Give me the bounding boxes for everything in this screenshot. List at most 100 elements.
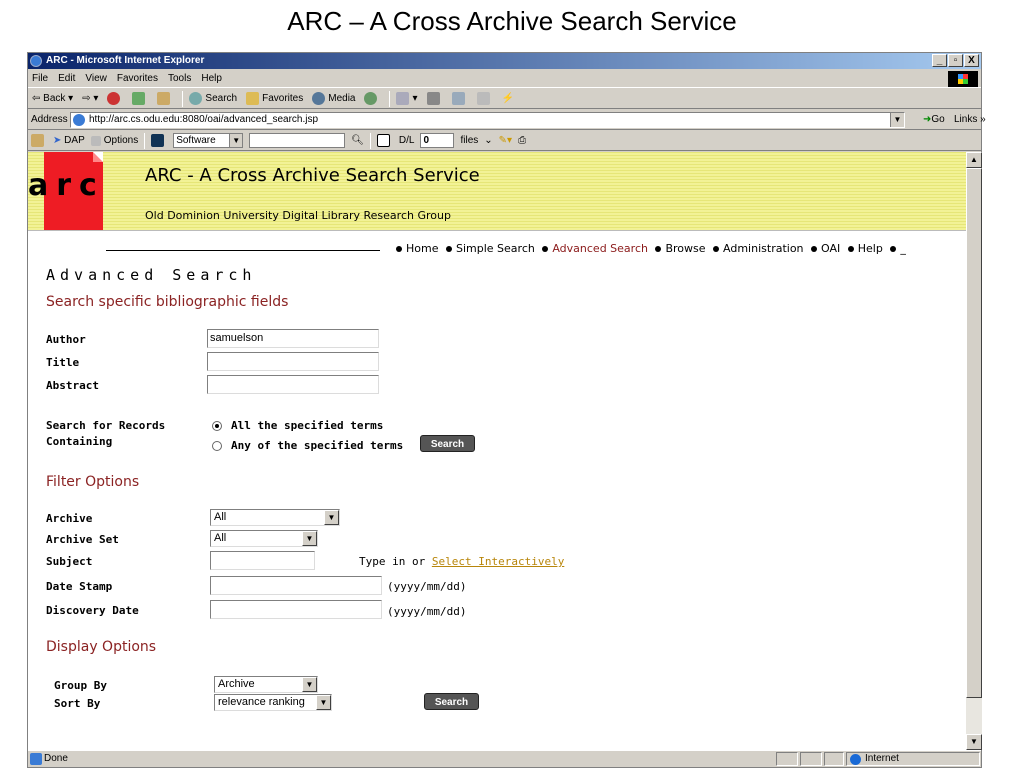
- nav-oai[interactable]: OAI: [821, 242, 840, 255]
- nav-help[interactable]: Help: [858, 242, 883, 255]
- sort-by-select[interactable]: relevance ranking ▼: [214, 694, 332, 711]
- scroll-up-icon[interactable]: ▲: [966, 152, 982, 168]
- toolbar-separator: [389, 90, 391, 107]
- address-url: http://arc.cs.odu.edu:8080/oai/advanced_…: [89, 114, 319, 125]
- subject-label: Subject: [46, 555, 93, 568]
- address-label: Address: [31, 114, 68, 125]
- go-label: Go: [931, 114, 945, 125]
- sort-by-value: relevance ranking: [218, 696, 305, 708]
- windows-logo-icon: [948, 71, 978, 87]
- history-button[interactable]: [364, 92, 380, 105]
- toolbar-home-button[interactable]: [31, 134, 47, 147]
- mail-button[interactable]: ▾: [396, 92, 418, 105]
- toolbar-search-input[interactable]: [249, 133, 346, 148]
- radio-any-terms[interactable]: Any of the specified terms: [212, 439, 403, 452]
- site-title: ARC - A Cross Archive Search Service: [145, 165, 480, 186]
- back-label: Back: [43, 93, 66, 104]
- nav-advanced-search[interactable]: Advanced Search: [552, 242, 648, 255]
- options-icon: [90, 135, 101, 146]
- window-title: ARC - Microsoft Internet Explorer: [46, 55, 205, 66]
- archive-label: Archive: [46, 512, 93, 525]
- nav-administration[interactable]: Administration: [723, 242, 804, 255]
- menu-favorites[interactable]: Favorites: [117, 73, 158, 84]
- title-field[interactable]: [207, 352, 379, 371]
- messenger-icon: ⚡: [501, 93, 514, 104]
- files-label: files: [460, 135, 479, 146]
- browser-window: ARC - Microsoft Internet Explorer _ ▫ X …: [27, 52, 986, 768]
- group-by-select[interactable]: Archive ▼: [214, 676, 318, 693]
- software-value: Software: [176, 135, 216, 146]
- go-button[interactable]: ➜Go: [923, 114, 945, 125]
- nav-simple-search[interactable]: Simple Search: [456, 242, 535, 255]
- select-interactively-link[interactable]: Select Interactively: [432, 555, 564, 568]
- back-button[interactable]: ⇦ Back ▾: [32, 93, 73, 104]
- dl-icon-button[interactable]: [376, 134, 393, 147]
- messenger-button[interactable]: ⚡: [502, 93, 514, 104]
- abstract-field[interactable]: [207, 375, 379, 394]
- forward-button[interactable]: ⇨ ▾: [82, 93, 98, 104]
- search-button-2[interactable]: Search: [424, 693, 479, 710]
- filter-section-heading: Filter Options: [46, 474, 140, 490]
- address-input[interactable]: http://arc.cs.odu.edu:8080/oai/advanced_…: [70, 112, 905, 128]
- edit-button[interactable]: [451, 92, 468, 105]
- subject-field[interactable]: [210, 551, 315, 570]
- scroll-down-icon[interactable]: ▼: [966, 734, 982, 750]
- options-button[interactable]: Options: [90, 135, 138, 146]
- archive-select[interactable]: All ▼: [210, 509, 340, 526]
- discovery-format: (yyyy/mm/dd): [387, 605, 467, 618]
- archive-set-select[interactable]: All ▼: [210, 530, 318, 547]
- links-button[interactable]: Links »: [954, 114, 986, 125]
- highlight-pen-icon[interactable]: ✎▾: [499, 135, 512, 146]
- save-icon: [151, 134, 165, 147]
- nav-home[interactable]: Home: [406, 242, 438, 255]
- radio-any-button[interactable]: [212, 440, 222, 451]
- radio-all-terms[interactable]: All the specified terms: [212, 419, 383, 432]
- sort-by-label: Sort By: [54, 697, 101, 710]
- records-label: Search for Records: [46, 419, 166, 432]
- home-icon: [31, 134, 44, 147]
- maximize-button[interactable]: ▫: [948, 54, 963, 67]
- address-dropdown-icon[interactable]: ▼: [890, 113, 904, 127]
- toolbar-search-button[interactable]: 🔍︎: [351, 135, 364, 146]
- close-button[interactable]: X: [964, 54, 979, 67]
- software-select[interactable]: Software ▼: [173, 133, 244, 148]
- group-by-value: Archive: [218, 678, 255, 690]
- favorites-button[interactable]: Favorites: [246, 92, 303, 105]
- forward-arrow-icon: ⇨: [82, 93, 91, 104]
- refresh-button[interactable]: [132, 92, 148, 105]
- minimize-button[interactable]: _: [932, 54, 947, 67]
- stop-button[interactable]: [107, 92, 123, 105]
- menu-view[interactable]: View: [85, 73, 107, 84]
- search-button[interactable]: Search: [189, 92, 237, 105]
- radio-all-button[interactable]: [212, 420, 222, 431]
- globe-icon: [850, 754, 861, 765]
- menu-edit[interactable]: Edit: [58, 73, 75, 84]
- menu-help[interactable]: Help: [201, 73, 222, 84]
- print-button[interactable]: [426, 92, 443, 105]
- printer-icon[interactable]: ⎙: [518, 135, 526, 146]
- dap-button[interactable]: ➤ DAP: [53, 135, 85, 146]
- menu-tools[interactable]: Tools: [168, 73, 191, 84]
- menu-file[interactable]: File: [32, 73, 48, 84]
- discuss-button[interactable]: [476, 92, 493, 105]
- standard-toolbar: ⇦ Back ▾ ⇨ ▾ Search Favorites Media ▾ ⚡: [28, 89, 981, 109]
- datestamp-field[interactable]: [210, 576, 382, 595]
- author-field[interactable]: samuelson: [207, 329, 379, 348]
- nav-bullet: [445, 245, 452, 252]
- search-label: Search: [205, 93, 238, 104]
- vertical-scrollbar[interactable]: ▲ ▼: [966, 152, 982, 750]
- print-icon: [426, 92, 440, 105]
- nav-browse[interactable]: Browse: [665, 242, 705, 255]
- status-bar: Done Internet: [28, 750, 981, 767]
- address-bar: Address http://arc.cs.odu.edu:8080/oai/a…: [28, 110, 986, 130]
- home-button[interactable]: [157, 92, 173, 105]
- ie-icon: [30, 55, 42, 67]
- window-titlebar[interactable]: ARC - Microsoft Internet Explorer _ ▫ X: [28, 53, 981, 69]
- chevron-double-icon[interactable]: ⌄: [484, 135, 492, 146]
- search-button[interactable]: Search: [420, 435, 475, 452]
- archive-set-value: All: [214, 532, 227, 544]
- scroll-thumb[interactable]: [966, 168, 982, 698]
- discovery-field[interactable]: [210, 600, 382, 619]
- media-button[interactable]: Media: [312, 92, 355, 105]
- software-save-icon-wrap[interactable]: [151, 134, 167, 147]
